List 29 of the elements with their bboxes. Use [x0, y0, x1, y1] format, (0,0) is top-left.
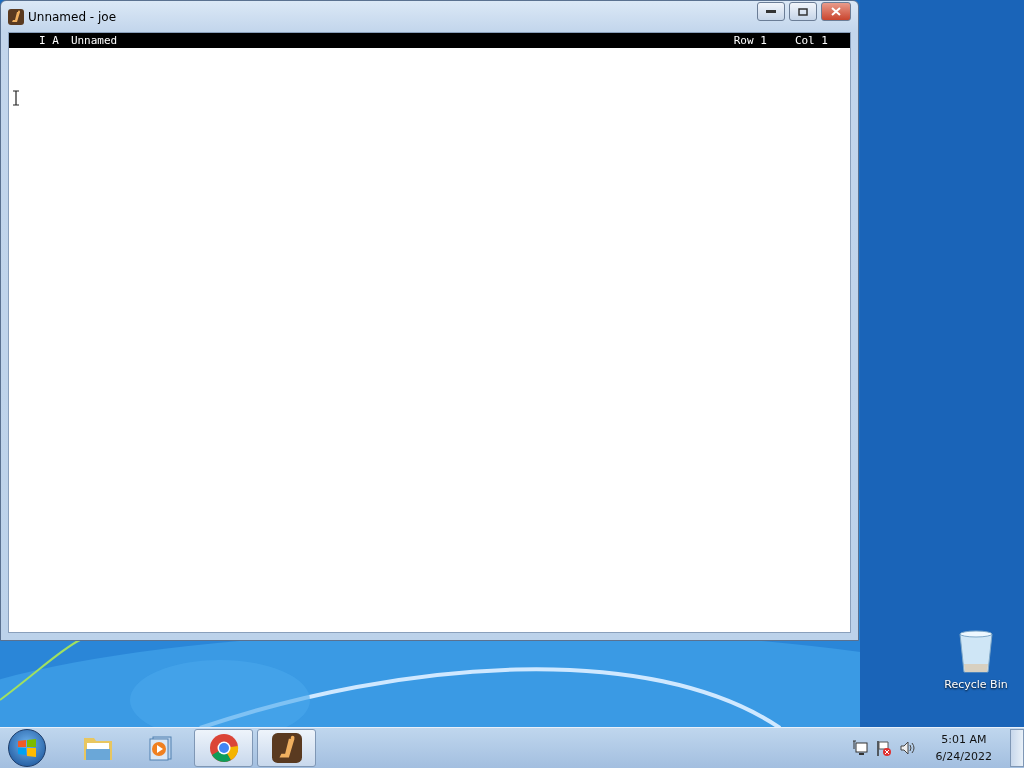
network-icon[interactable]: [851, 740, 868, 756]
clock[interactable]: 5:01 AM 6/24/2022: [935, 731, 992, 765]
browser-icon: [208, 733, 239, 763]
app-logo-icon: [8, 8, 24, 25]
minimize-icon: [766, 9, 776, 14]
show-desktop-button[interactable]: [1010, 729, 1024, 767]
mode-flags: I A: [39, 34, 59, 47]
windows-logo-icon: [17, 738, 37, 758]
taskbar-app-button[interactable]: [194, 729, 253, 767]
row-indicator: Row 1: [733, 34, 767, 47]
close-button[interactable]: [821, 2, 851, 21]
maximize-icon: [798, 7, 808, 16]
taskbar-app-button[interactable]: [257, 729, 316, 767]
clock-date: 6/24/2022: [935, 749, 992, 765]
clock-time: 5:01 AM: [941, 732, 987, 748]
window-title: Unnamed - joe: [28, 9, 118, 24]
speaker-icon[interactable]: [899, 740, 916, 756]
column-indicator: Col 1: [794, 34, 828, 47]
app-logo-icon: [271, 733, 302, 763]
start-button[interactable]: [8, 729, 46, 767]
text-cursor-icon: [12, 90, 20, 106]
minimize-button[interactable]: [757, 2, 785, 21]
maximize-button[interactable]: [789, 2, 817, 21]
desktop-icon-label: Recycle Bin: [944, 678, 1008, 691]
flag-icon[interactable]: [875, 740, 892, 756]
close-icon: [831, 7, 841, 16]
media-player-icon: [146, 734, 175, 762]
file-name: Unnamed: [70, 34, 118, 47]
trash-bin-icon[interactable]: [958, 630, 994, 674]
